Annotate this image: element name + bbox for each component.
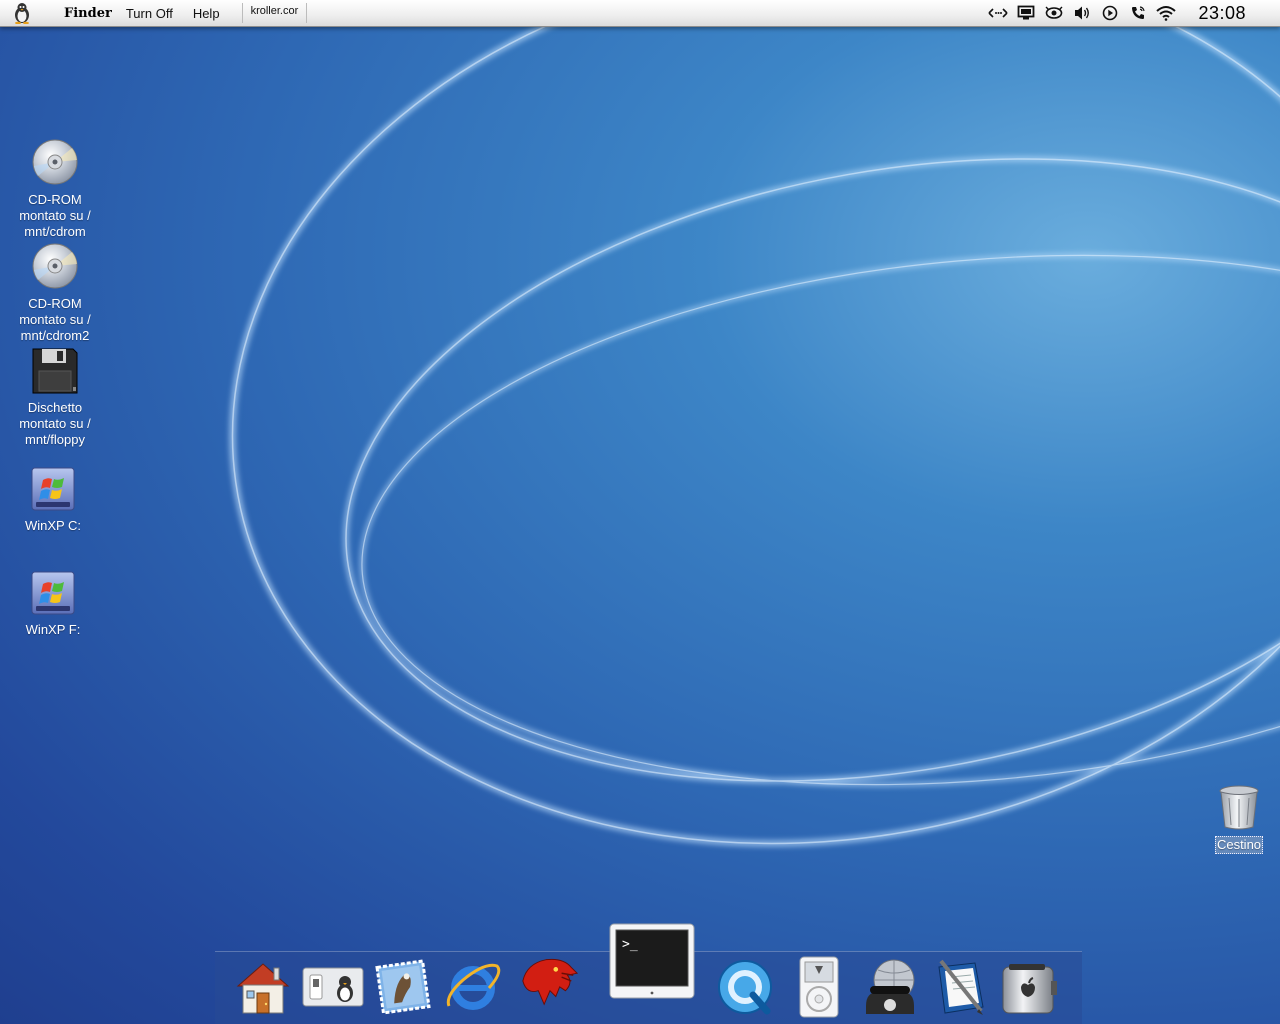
menu-turn-off[interactable]: Turn Off	[126, 6, 173, 21]
ipod-icon	[799, 956, 839, 1018]
dock-item-mail[interactable]	[371, 955, 435, 1019]
winxp-f-drive-icon	[31, 571, 75, 615]
monitor-icon[interactable]	[1040, 0, 1068, 26]
trash-icon	[1219, 785, 1259, 830]
desktop-icon-winxp-c[interactable]: WinXP C:	[0, 464, 108, 534]
volume-icon[interactable]	[1068, 0, 1096, 26]
dock-item-control-panel[interactable]	[301, 955, 365, 1019]
wallpaper	[229, 0, 1280, 847]
quicktime-icon	[718, 960, 772, 1015]
menu-bar: Finder Turn Off Help kroller.cor 23:08	[0, 0, 1280, 27]
dock-item-mozilla[interactable]	[517, 949, 581, 1013]
mail-icon	[375, 959, 431, 1015]
cdrom2-icon	[32, 243, 78, 289]
winxp-c-drive-icon	[31, 467, 75, 511]
dock-item-ipod[interactable]	[787, 955, 851, 1019]
desktop-icon-winxp-f[interactable]: WinXP F:	[0, 568, 108, 638]
text-editor-icon	[938, 959, 984, 1015]
network-icon[interactable]	[984, 0, 1012, 26]
hostname-label: kroller.cor	[250, 5, 299, 17]
dock-item-terminal[interactable]: >_	[609, 923, 695, 999]
desktop-icon-label: CD-ROM montato su / mnt/cdrom	[19, 192, 91, 239]
terminal-icon: >_	[609, 923, 695, 999]
network-phone-icon	[866, 959, 915, 1014]
terminal-prompt: >_	[622, 937, 638, 952]
trash-label: Cestino	[1214, 836, 1264, 854]
desktop-icon-cdrom[interactable]: CD-ROM montato su / mnt/cdrom	[0, 138, 110, 240]
menu-divider	[241, 3, 243, 23]
desktop-icon-label: WinXP C:	[24, 518, 82, 533]
desktop-icon-floppy[interactable]: Dischetto montato su / mnt/floppy	[0, 346, 110, 448]
clock[interactable]: 23:08	[1198, 3, 1246, 24]
menu-help[interactable]: Help	[193, 6, 220, 21]
desktop-icon-cdrom2[interactable]: CD-ROM montato su / mnt/cdrom2	[0, 242, 110, 344]
desktop-icon-label: CD-ROM montato su / mnt/cdrom2	[19, 296, 91, 343]
phone-icon[interactable]	[1124, 0, 1152, 26]
play-icon[interactable]	[1096, 0, 1124, 26]
cdrom-icon	[32, 139, 78, 185]
desktop: Finder Turn Off Help kroller.cor 23:08 C…	[0, 0, 1280, 1024]
internet-explorer-icon	[446, 963, 501, 1010]
desktop-icon-trash[interactable]: Cestino	[1184, 782, 1280, 854]
display-icon[interactable]	[1012, 0, 1040, 26]
desktop-icon-label: Dischetto montato su / mnt/floppy	[19, 400, 91, 447]
system-tray: 23:08	[984, 0, 1280, 26]
menu-app-name[interactable]: Finder	[64, 6, 112, 21]
mozilla-icon	[522, 958, 579, 1006]
desktop-icon-label: WinXP F:	[25, 622, 81, 637]
dock-item-network-phone[interactable]	[859, 955, 923, 1019]
dock-item-toaster[interactable]	[997, 955, 1061, 1019]
dock-item-internet-explorer[interactable]	[441, 955, 505, 1019]
control-panel-icon	[302, 967, 364, 1007]
linux-penguin-menu-icon[interactable]	[0, 0, 44, 26]
floppy-icon	[32, 348, 78, 394]
dock: >_	[215, 923, 1082, 1024]
toaster-icon	[1002, 964, 1057, 1014]
menu-divider	[306, 3, 308, 23]
wifi-icon[interactable]	[1152, 0, 1180, 26]
dock-item-quicktime[interactable]	[713, 955, 777, 1019]
dock-item-text-editor[interactable]	[929, 955, 993, 1019]
home-icon	[236, 963, 290, 1014]
dock-item-home[interactable]	[231, 955, 295, 1019]
